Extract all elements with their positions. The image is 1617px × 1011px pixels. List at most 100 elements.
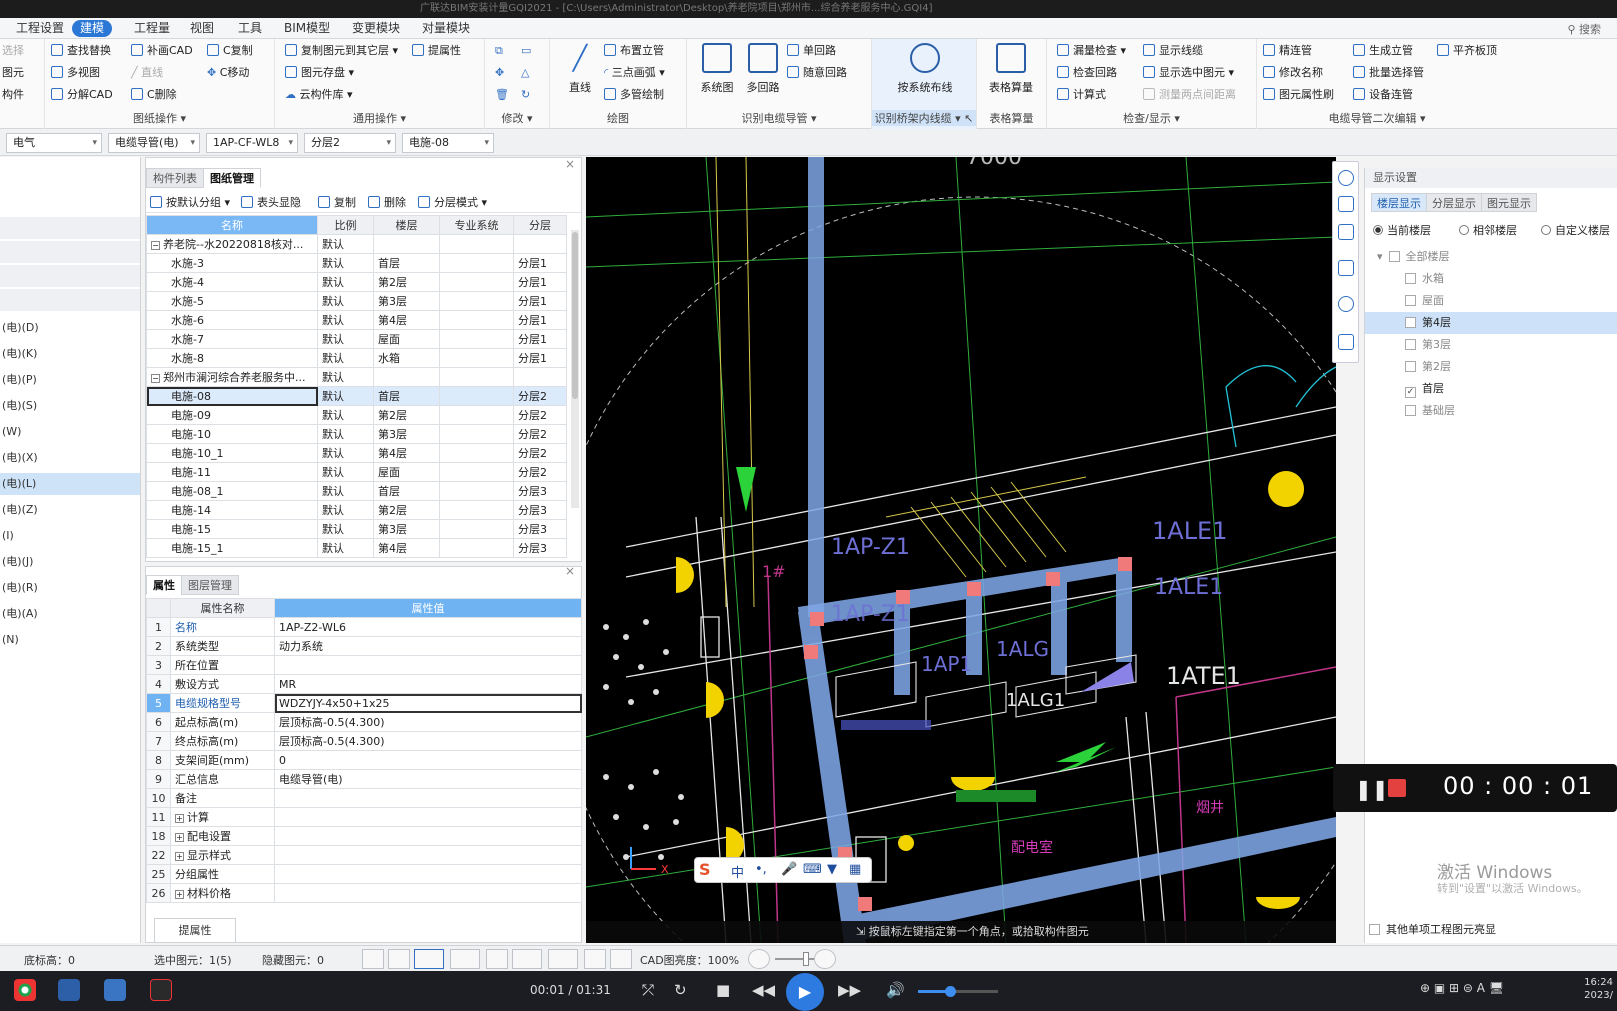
- drawing-row[interactable]: 电施-11 默认 屋面 分层2: [146, 462, 567, 482]
- align-slab-button[interactable]: 平齐板顶: [1437, 42, 1497, 60]
- stop-icon[interactable]: ■: [716, 981, 730, 999]
- cell-scale[interactable]: 默认: [317, 462, 374, 482]
- orbit-icon[interactable]: [1338, 170, 1354, 186]
- cell-scale[interactable]: 默认: [317, 538, 374, 558]
- layer-mode-button[interactable]: 分层模式 ▾: [418, 194, 487, 210]
- property-value[interactable]: 0: [274, 750, 582, 770]
- cell-name[interactable]: 水施-6: [146, 310, 318, 330]
- floor-item[interactable]: 屋面: [1365, 290, 1617, 312]
- floor-item[interactable]: 第4层: [1365, 312, 1617, 334]
- drawing-group-row[interactable]: − 养老院--水20220818核对... 默认: [146, 234, 567, 254]
- offset-icon[interactable]: [548, 949, 578, 969]
- tree-all-floors[interactable]: ▾ 全部楼层: [1365, 246, 1617, 268]
- 3d-cube-icon[interactable]: [1338, 224, 1354, 240]
- property-row[interactable]: 22 + 显示样式: [146, 845, 582, 865]
- cell-name[interactable]: 电施-15: [146, 519, 318, 539]
- cube-solid-icon[interactable]: [1338, 260, 1354, 276]
- checkbox[interactable]: ✓: [1405, 387, 1416, 398]
- angle-icon[interactable]: [512, 949, 542, 969]
- drawing-row[interactable]: 电施-09 默认 第2层 分层2: [146, 405, 567, 425]
- formula-button[interactable]: 计算式: [1057, 86, 1106, 104]
- component-type-item[interactable]: (电)(A): [0, 603, 140, 625]
- volume-icon[interactable]: 🔊: [886, 981, 905, 999]
- property-row[interactable]: 4 敷设方式 MR: [146, 674, 582, 694]
- system-clock[interactable]: 16:24 2023/: [1584, 976, 1613, 1002]
- mirror-icon[interactable]: △: [521, 64, 529, 82]
- show-cable-button[interactable]: 显示线缆: [1143, 42, 1203, 60]
- cell-layer[interactable]: [513, 367, 567, 387]
- property-value[interactable]: 1AP-Z2-WL6: [274, 617, 582, 637]
- volume-slider[interactable]: [918, 986, 998, 997]
- cell-scale[interactable]: 默认: [317, 272, 374, 292]
- radio-adjacent-floor[interactable]: 相邻楼层: [1459, 222, 1517, 238]
- menu-quantity[interactable]: 工程量: [126, 20, 178, 37]
- tab-element-display[interactable]: 图元显示: [1481, 193, 1537, 212]
- tab-properties[interactable]: 属性: [146, 575, 182, 595]
- cell-system[interactable]: [439, 291, 514, 311]
- drawing-select[interactable]: 电施-08: [402, 133, 494, 153]
- property-row[interactable]: 3 所在位置: [146, 655, 582, 675]
- checkbox[interactable]: [1405, 273, 1416, 284]
- file-icon[interactable]: ▭: [521, 42, 531, 60]
- cell-layer[interactable]: 分层2: [513, 462, 567, 482]
- fast-forward-icon[interactable]: ▶▶: [838, 981, 861, 999]
- component-type-item[interactable]: (N): [0, 629, 140, 651]
- component-type-item[interactable]: (电)(S): [0, 395, 140, 417]
- menu-view[interactable]: 视图: [182, 20, 222, 37]
- cell-name[interactable]: − 养老院--水20220818核对...: [146, 234, 318, 254]
- component-type-item[interactable]: (电)(Z): [0, 499, 140, 521]
- cell-floor[interactable]: 屋面: [373, 462, 440, 482]
- cell-scale[interactable]: 默认: [317, 329, 374, 349]
- recorder-app-icon[interactable]: [150, 979, 172, 1001]
- component-type-item[interactable]: (电)(L): [0, 473, 140, 495]
- property-row[interactable]: 2 系统类型 动力系统: [146, 636, 582, 656]
- ime-punctuation[interactable]: •,: [755, 862, 767, 877]
- cable-edit-title[interactable]: 电缆导管二次编辑 ▾: [1257, 110, 1497, 126]
- cell-layer[interactable]: 分层2: [513, 443, 567, 463]
- checkbox[interactable]: [1405, 295, 1416, 306]
- property-row[interactable]: 10 备注: [146, 788, 582, 808]
- cell-system[interactable]: [439, 367, 514, 387]
- volume-knob[interactable]: [945, 986, 956, 997]
- cell-name[interactable]: 水施-7: [146, 329, 318, 349]
- cell-floor[interactable]: 第3层: [373, 291, 440, 311]
- cell-layer[interactable]: 分层3: [513, 519, 567, 539]
- cell-name[interactable]: 电施-10_1: [146, 443, 318, 463]
- menu-change-module[interactable]: 变更模块: [344, 20, 408, 37]
- table-quantity-button[interactable]: 表格算量: [983, 43, 1039, 95]
- checkbox[interactable]: [1369, 924, 1380, 935]
- close-icon[interactable]: ×: [565, 564, 575, 578]
- cell-floor[interactable]: 第4层: [373, 310, 440, 330]
- tab-floor-display[interactable]: 楼层显示: [1371, 193, 1427, 212]
- cell-floor[interactable]: 水箱: [373, 348, 440, 368]
- rewind-icon[interactable]: ◀◀: [752, 981, 775, 999]
- column-header-name[interactable]: 名称: [146, 215, 318, 235]
- layer-select[interactable]: 分层2: [304, 133, 396, 153]
- fill-cad-button[interactable]: 补画CAD: [131, 42, 193, 60]
- extract-props-tab[interactable]: 提属性: [154, 918, 236, 942]
- close-icon[interactable]: ×: [565, 157, 575, 171]
- c-delete-button[interactable]: C删除: [131, 86, 177, 104]
- cell-floor[interactable]: 屋面: [373, 329, 440, 349]
- property-value[interactable]: [274, 788, 582, 808]
- select-box-icon[interactable]: [414, 949, 444, 969]
- radio-custom-floor[interactable]: 自定义楼层: [1541, 222, 1610, 238]
- property-row[interactable]: 7 终点标高(m) 层顶标高-0.5(4.300): [146, 731, 582, 751]
- floor-item[interactable]: ✓ 首层: [1365, 378, 1617, 400]
- cell-scale[interactable]: 默认: [317, 424, 374, 444]
- multi-pipe-draw-button[interactable]: 多管绘制: [604, 86, 664, 104]
- cloud-library-button[interactable]: ☁ 云构件库 ▾: [285, 86, 353, 104]
- extract-props-button[interactable]: 提属性: [412, 42, 461, 60]
- cell-layer[interactable]: 分层3: [513, 538, 567, 558]
- tab-component-list[interactable]: 构件列表: [146, 168, 204, 188]
- delete-drawing-button[interactable]: 删除: [368, 194, 406, 210]
- copy-icon[interactable]: ⧉: [495, 42, 503, 60]
- refresh-icon[interactable]: ↻: [674, 981, 687, 999]
- component-select[interactable]: 1AP-CF-WL8: [206, 133, 298, 153]
- cell-system[interactable]: [439, 348, 514, 368]
- expand-icon[interactable]: +: [175, 833, 184, 842]
- expand-icon[interactable]: +: [175, 852, 184, 861]
- tab-layer-display[interactable]: 分层显示: [1426, 193, 1482, 212]
- cell-layer[interactable]: 分层1: [513, 348, 567, 368]
- drawing-row[interactable]: 电施-10_1 默认 第4层 分层2: [146, 443, 567, 463]
